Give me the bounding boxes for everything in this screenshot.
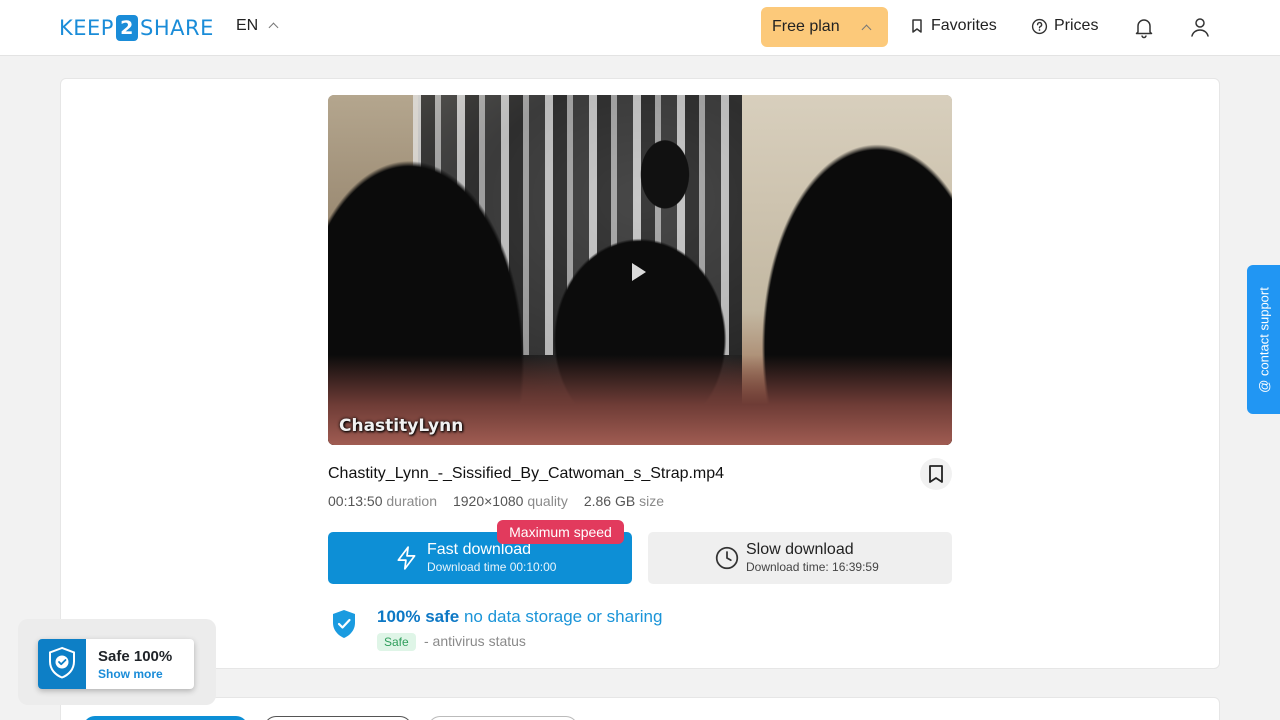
- antivirus-status-label: - antivirus status: [424, 633, 526, 649]
- file-name: Chastity_Lynn_-_Sissified_By_Catwoman_s_…: [328, 465, 725, 482]
- size-label: size: [639, 493, 664, 509]
- safety-strong-text: 100% safe: [377, 607, 460, 626]
- slow-download-time: Download time: 16:39:59: [746, 560, 879, 574]
- shield-check-icon: [49, 646, 75, 679]
- prices-link[interactable]: Prices: [1031, 17, 1098, 35]
- duration-value: 00:13:50: [328, 493, 383, 509]
- language-selector[interactable]: EN: [236, 17, 279, 35]
- widget-shield-box: [38, 639, 86, 689]
- size-info: 2.86 GB size: [584, 493, 664, 509]
- clock-icon: [715, 546, 739, 570]
- slow-download-title: Slow download: [746, 541, 854, 558]
- top-header: KEEP 2 SHARE EN Free plan Favorites Pric…: [0, 0, 1280, 56]
- free-plan-label: Free plan: [772, 18, 840, 35]
- duration-info: 00:13:50 duration: [328, 493, 437, 509]
- tab-second[interactable]: [264, 716, 412, 720]
- help-circle-icon: [1031, 18, 1048, 34]
- fast-download-time: Download time 00:10:00: [427, 560, 557, 574]
- safety-widget[interactable]: Safe 100% Show more: [38, 639, 194, 689]
- quality-info: 1920×1080 quality: [453, 493, 568, 509]
- lightning-icon: [397, 546, 416, 570]
- file-meta: 00:13:50 duration 1920×1080 quality 2.86…: [328, 493, 664, 509]
- add-to-favorites-button[interactable]: [920, 458, 952, 490]
- play-icon[interactable]: [632, 263, 646, 281]
- bell-icon[interactable]: [1132, 15, 1156, 39]
- favorites-link[interactable]: Favorites: [909, 17, 997, 35]
- size-value: 2.86 GB: [583, 493, 636, 509]
- contact-support-tab[interactable]: @ contact support: [1247, 265, 1280, 414]
- safety-rest-text: no data storage or sharing: [463, 607, 663, 626]
- logo-text-right: SHARE: [139, 16, 214, 40]
- bookmark-icon: [929, 465, 943, 483]
- antivirus-status-badge: Safe: [377, 633, 416, 651]
- bookmark-icon: [912, 19, 922, 33]
- keep2share-logo[interactable]: KEEP 2 SHARE: [59, 14, 214, 42]
- tab-active[interactable]: [83, 716, 248, 720]
- widget-title: Safe 100%: [98, 648, 173, 665]
- language-label: EN: [236, 17, 259, 34]
- safety-statement: 100% safe no data storage or sharing: [377, 607, 662, 627]
- logo-badge: 2: [115, 15, 138, 41]
- maximum-speed-badge: Maximum speed: [497, 520, 624, 544]
- free-plan-button[interactable]: Free plan: [761, 7, 888, 47]
- chevron-up-icon: [861, 24, 872, 35]
- quality-label: quality: [527, 493, 568, 509]
- contact-support-label: @ contact support: [1256, 286, 1271, 393]
- prices-label: Prices: [1054, 17, 1099, 34]
- shield-check-icon: [333, 610, 355, 638]
- duration-label: duration: [386, 493, 437, 509]
- widget-show-more-link[interactable]: Show more: [98, 667, 163, 681]
- logo-text-left: KEEP: [59, 16, 114, 40]
- quality-value: 1920×1080: [452, 493, 524, 509]
- chevron-up-icon: [268, 22, 279, 33]
- slow-download-button[interactable]: Slow download Download time: 16:39:59: [648, 532, 952, 584]
- preview-watermark: ChastityLynn: [339, 416, 464, 436]
- user-icon[interactable]: [1188, 15, 1212, 39]
- favorites-label: Favorites: [931, 17, 997, 34]
- tab-third[interactable]: [428, 716, 578, 720]
